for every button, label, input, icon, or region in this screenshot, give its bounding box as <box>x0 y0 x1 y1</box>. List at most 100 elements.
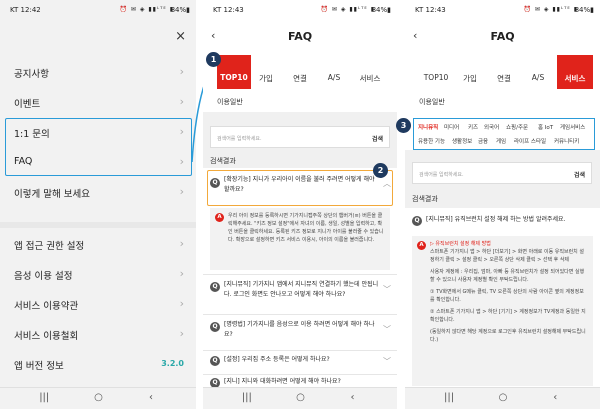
app-version-value: 3.2.0 <box>161 359 184 368</box>
chevron-down-icon[interactable]: ﹀ <box>383 356 391 367</box>
back-icon[interactable]: ‹ <box>350 392 354 403</box>
step-marker-1: 1 <box>206 52 221 67</box>
page-title: FAQ <box>490 30 515 43</box>
faq-content: 검색어를 입력하세요. 검색 검색결과 Q [확장기능] 지니가 우리아이 이름… <box>203 112 397 387</box>
category-media[interactable]: 미디어 <box>444 123 459 131</box>
answer-line: ① TV화면에서 G메뉴 클릭, TV 오른쪽 상단의 사람 아이콘 옆의 계정… <box>430 289 584 303</box>
menu-item-event[interactable]: 이벤트 › <box>0 88 196 118</box>
tab-connect[interactable]: 연결 <box>287 55 313 89</box>
close-icon[interactable]: × <box>175 29 186 44</box>
faq-item[interactable]: Q [설정] 우리집 주소 등록은 어떻게 하나요? ﹀ <box>203 354 397 372</box>
phone-menu-screen: KT 12:42 ⏰ ✉ ◈ ▮▮ᴸᵀᴱ ▮ 84%▮ × 공지사항 › 이벤트… <box>0 0 196 409</box>
tab-service[interactable]: 서비스 <box>557 55 593 89</box>
menu-item-label: 이벤트 <box>14 99 41 110</box>
subtab-general[interactable]: 이용일반 <box>217 97 243 107</box>
tab-top10[interactable]: TOP10 <box>419 55 453 89</box>
category-finance[interactable]: 금융 <box>478 137 488 145</box>
chevron-down-icon[interactable]: ﹀ <box>383 324 391 335</box>
tab-join[interactable]: 가입 <box>253 55 279 89</box>
chevron-right-icon: › <box>179 185 184 198</box>
menu-item-say-this[interactable]: 이렇게 말해 보세요 › <box>0 178 196 208</box>
recent-apps-icon[interactable]: ||| <box>242 392 252 403</box>
search-input[interactable]: 검색어를 입력하세요. <box>419 171 464 178</box>
faq-item-expanded[interactable]: Q [지니뮤직] 유직브런치 설정 해제 하는 방법 알려주세요. <box>405 212 600 232</box>
section-divider <box>0 222 196 228</box>
answer-line: ② 스마트폰 기가지니 앱 > 하단 [기기] > 계정정보가 TV계정과 동일… <box>430 309 586 323</box>
menu-item-app-version[interactable]: 앱 버전 정보 3.2.0 <box>0 350 196 380</box>
tab-join[interactable]: 가입 <box>457 55 483 89</box>
tab-as[interactable]: A/S <box>525 55 551 89</box>
search-input[interactable]: 검색어를 입력하세요. <box>217 135 262 142</box>
menu-item-voice-settings[interactable]: 음성 이용 설정 › <box>0 260 196 290</box>
tab-top10[interactable]: TOP10 <box>217 55 251 89</box>
chevron-down-icon[interactable]: ﹀ <box>383 284 391 295</box>
category-lifestyle[interactable]: 라이프 스타일 <box>514 137 546 145</box>
tab-as[interactable]: A/S <box>321 55 347 89</box>
faq-list: Q [지니뮤직] 유직브런치 설정 해제 하는 방법 알려주세요. A ▷ 유직… <box>405 208 600 387</box>
menu-item-terms[interactable]: 서비스 이용약관 › <box>0 290 196 320</box>
category-foreign-language[interactable]: 외국어 <box>484 123 499 131</box>
tab-connect[interactable]: 연결 <box>491 55 517 89</box>
home-icon[interactable]: ○ <box>94 392 103 403</box>
status-icons: ⏰ ✉ ◈ ▮▮ᴸᵀᴱ ▮ <box>523 6 578 13</box>
faq-tabs: TOP10 가입 연결 A/S 서비스 <box>405 55 600 89</box>
highlight-box-faq <box>5 118 192 176</box>
menu-item-label: 음성 이용 설정 <box>14 271 73 282</box>
home-icon[interactable]: ○ <box>296 392 305 403</box>
faq-item[interactable]: Q [지니] 지니와 대화하려면 어떻게 해야 하나요? <box>203 377 397 387</box>
back-icon[interactable]: ‹ <box>553 392 557 403</box>
status-time: KT 12:43 <box>415 6 446 14</box>
question-text: [설정] 우리집 주소 등록은 어떻게 하나요? <box>224 356 330 363</box>
category-shopping[interactable]: 쇼핑/주문 <box>506 123 528 131</box>
category-game[interactable]: 게임 <box>496 137 506 145</box>
status-bar: KT 12:42 ⏰ ✉ ◈ ▮▮ᴸᵀᴱ ▮ 84%▮ <box>0 0 196 20</box>
category-genie-music[interactable]: 지니뮤직 <box>418 123 438 131</box>
recent-apps-icon[interactable]: ||| <box>39 392 49 403</box>
faq-item[interactable]: Q [지니뮤직] 기가지니 앱에서 지니뮤직 연결하기 했는데 안됩니다. 로그… <box>203 278 397 312</box>
category-community[interactable]: 커뮤니티키 <box>554 137 579 145</box>
status-icons: ⏰ ✉ ◈ ▮▮ᴸᵀᴱ ▮ <box>320 6 375 13</box>
category-home-iot[interactable]: 홈 IoT <box>538 123 553 131</box>
step-marker-2: 2 <box>373 163 388 178</box>
faq-item[interactable]: Q [명령법] 기가지니를 음성으로 이용 하려면 어떻게 해야 하나요? ﹀ <box>203 318 397 348</box>
answer-text: 우리 아이 정보를 등록하시면 기가지니캡주쪽 상단의 햄버거(≡) 버튼을 클… <box>228 213 384 243</box>
answer-line: 사용자 계정에 : 우리집, 엄마, 아빠 등 유직브런치가 설정 되어있다면 … <box>430 269 585 283</box>
answer-line: ▷ 유직브런치 설정 해제 방법 <box>430 241 491 247</box>
question-badge: Q <box>210 322 220 332</box>
question-text: [지니] 지니와 대화하려면 어떻게 해야 하나요? <box>224 378 341 385</box>
answer-panel: A ▷ 유직브런치 설정 해제 방법 스마트폰 기가지니 앱 > 하단 [더보기… <box>412 236 593 386</box>
status-bar: KT 12:43 ⏰ ✉ ◈ ▮▮ᴸᵀᴱ ▮ 84%▮ <box>405 0 600 20</box>
chevron-right-icon: › <box>179 267 184 280</box>
highlight-box-question <box>207 170 393 206</box>
answer-text: ▷ 유직브런치 설정 해제 방법 스마트폰 기가지니 앱 > 하단 [더보기] … <box>430 240 587 344</box>
results-title: 검색결과 <box>412 195 438 203</box>
chevron-right-icon: › <box>179 297 184 310</box>
answer-panel: A 우리 아이 정보를 등록하시면 기가지니캡주쪽 상단의 햄버거(≡) 버튼을… <box>210 208 390 270</box>
recent-apps-icon[interactable]: ||| <box>444 392 454 403</box>
menu-item-notice[interactable]: 공지사항 › <box>0 58 196 88</box>
category-game-service[interactable]: 게임서비스 <box>560 123 585 131</box>
category-kids[interactable]: 키즈 <box>468 123 478 131</box>
android-nav-bar: ||| ○ ‹ <box>405 387 600 409</box>
phone-faq-service-screen: KT 12:43 ⏰ ✉ ◈ ▮▮ᴸᵀᴱ ▮ 84%▮ ‹ FAQ TOP10 … <box>405 0 600 409</box>
faq-content: 검색어를 입력하세요. 검색 검색결과 Q [지니뮤직] 유직브런치 설정 해제… <box>405 150 600 387</box>
home-icon[interactable]: ○ <box>499 392 508 403</box>
results-title: 검색결과 <box>210 157 236 165</box>
tab-service[interactable]: 서비스 <box>353 55 387 89</box>
divider <box>203 374 397 375</box>
question-text: [지니뮤직] 유직브런치 설정 해제 하는 방법 알려주세요. <box>426 216 566 223</box>
search-button[interactable]: 검색 <box>372 134 383 143</box>
question-text: [지니뮤직] 기가지니 앱에서 지니뮤직 연결하기 했는데 안됩니다. 로그인 … <box>224 281 379 298</box>
menu-item-app-permission[interactable]: 앱 접근 권한 설정 › <box>0 230 196 260</box>
question-badge: Q <box>210 282 220 292</box>
status-bar: KT 12:43 ⏰ ✉ ◈ ▮▮ᴸᵀᴱ ▮ 84%▮ <box>203 0 397 20</box>
step-marker-3: 3 <box>396 118 411 133</box>
battery-icon: 84%▮ <box>170 6 190 14</box>
search-button[interactable]: 검색 <box>574 170 585 179</box>
subtab-general[interactable]: 이용일반 <box>419 97 445 107</box>
category-life-info[interactable]: 생활정보 <box>452 137 472 145</box>
back-icon[interactable]: ‹ <box>149 392 153 403</box>
menu-item-withdraw[interactable]: 서비스 이용철회 › <box>0 320 196 350</box>
search-box: 검색어를 입력하세요. 검색 <box>210 126 390 148</box>
category-useful-features[interactable]: 유용한 기능 <box>418 137 445 145</box>
